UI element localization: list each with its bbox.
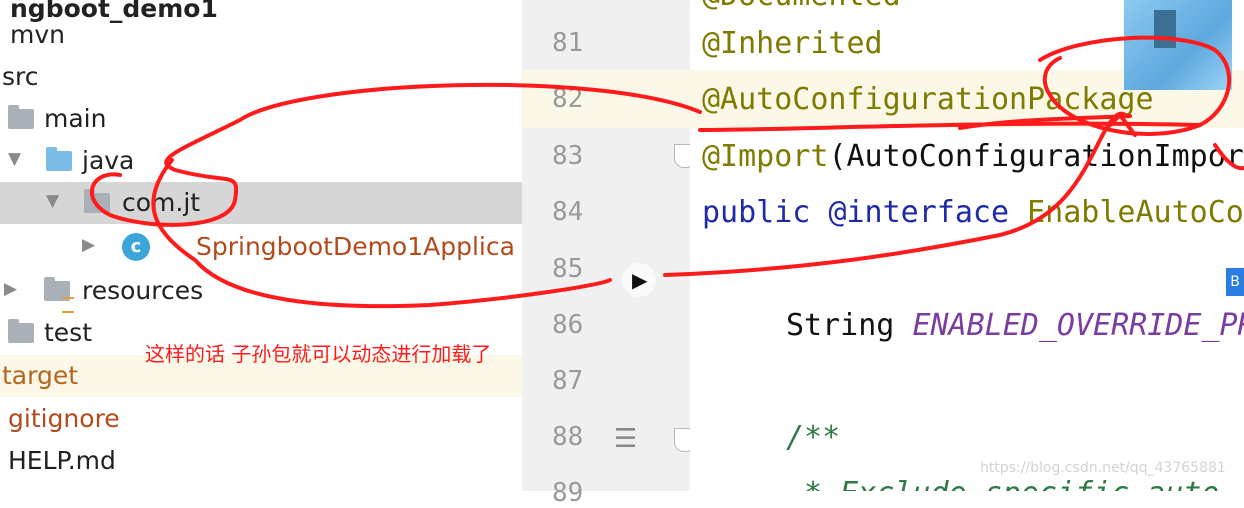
tree-item-gitignore[interactable]: gitignore [0,398,522,440]
tree-item-label: HELP.md [8,446,116,475]
tree-item-label: mvn [10,20,65,49]
tree-item-mvn[interactable]: mvn [0,14,522,56]
code-line-86: String ENABLED_OVERRIDE_PROPERTY [786,308,1244,343]
pixelated-avatar-image [1124,0,1232,90]
line-number: 80 [552,0,583,4]
code-line-84: public @interface EnableAutoConfiguratio… [702,195,1244,230]
editor-gutter: 80 81 82 83 84 85 86 87 88 89 ▶ ☰ [522,0,696,508]
interface-name: EnableAutoConfiguration { [1027,195,1244,230]
line-number: 89 [552,478,584,508]
current-line-highlight [522,70,690,128]
class-icon: c [122,233,150,261]
tree-item-springboot-app[interactable]: ▶ c SpringbootDemo1Applica [0,226,522,268]
line-number: 83 [552,141,584,171]
side-badge-icon[interactable]: B [1226,268,1244,296]
tree-item-java[interactable]: ▼ java [0,140,522,182]
line-number: 86 [552,310,584,340]
folder-icon [8,319,34,343]
code-line-80: @Documented [702,0,901,13]
code-editor[interactable]: @Documented @Inherited @AutoConfiguratio… [690,0,1244,491]
package-icon [84,189,110,213]
code-line-88: /** [786,420,841,455]
line-number: 84 [552,197,584,227]
tree-item-com-jt[interactable]: ▼ com.jt [0,182,522,224]
collapse-arrow-icon[interactable]: ▶ [4,279,17,299]
tree-item-label: com.jt [122,188,201,217]
line-number: 85 [552,254,584,284]
code-line-83: @Import(AutoConfigurationImportSelector.… [702,139,1244,174]
code-line-89: * Exclude specific auto [786,476,1219,491]
tree-item-label: src [2,62,39,91]
line-number: 87 [552,366,584,396]
tree-item-resources[interactable]: ▶ resources [0,270,522,313]
line-number: 82 [552,84,584,114]
import-argument: (AutoConfigurationImportSelector.class) [828,139,1244,174]
doc-comment-icon[interactable]: ☰ [614,424,637,454]
tree-item-src[interactable]: src [0,56,522,98]
type-string: String [786,308,895,343]
keyword-public: public [702,195,811,230]
resources-marker-icon [62,297,74,313]
tree-item-label: target [2,361,79,390]
tree-item-label: test [44,318,93,347]
project-tree: ngboot_demo1 mvn src main ▼ java ▼ com.j… [0,0,522,491]
import-annotation: @Import [702,139,829,174]
constant-name: ENABLED_OVERRIDE_PROPERTY [912,308,1244,343]
run-gutter-icon[interactable]: ▶ [622,263,656,297]
tree-item-help-md[interactable]: HELP.md [0,440,522,482]
tree-item-label: gitignore [8,404,120,433]
tree-item-label: java [82,146,135,175]
tree-item-main[interactable]: main [0,98,522,140]
line-number: 81 [552,28,584,58]
tree-item-label: resources [82,276,204,305]
tree-item-label: main [44,104,107,133]
code-line-82: @AutoConfigurationPackage [702,82,1154,117]
watermark: https://blog.csdn.net/qq_43765881 [980,460,1226,476]
annotation-note: 这样的话 子孙包就可以动态进行加载了 [145,342,492,366]
expand-arrow-icon[interactable]: ▼ [46,191,59,211]
keyword-interface: @interface [828,195,1010,230]
folder-icon [8,105,34,129]
tree-item-label: SpringbootDemo1Applica [196,232,515,261]
source-folder-icon [46,147,72,171]
code-line-81: @Inherited [702,26,883,61]
collapse-arrow-icon[interactable]: ▶ [82,235,95,255]
expand-arrow-icon[interactable]: ▼ [8,149,21,169]
line-number: 88 [552,422,584,452]
